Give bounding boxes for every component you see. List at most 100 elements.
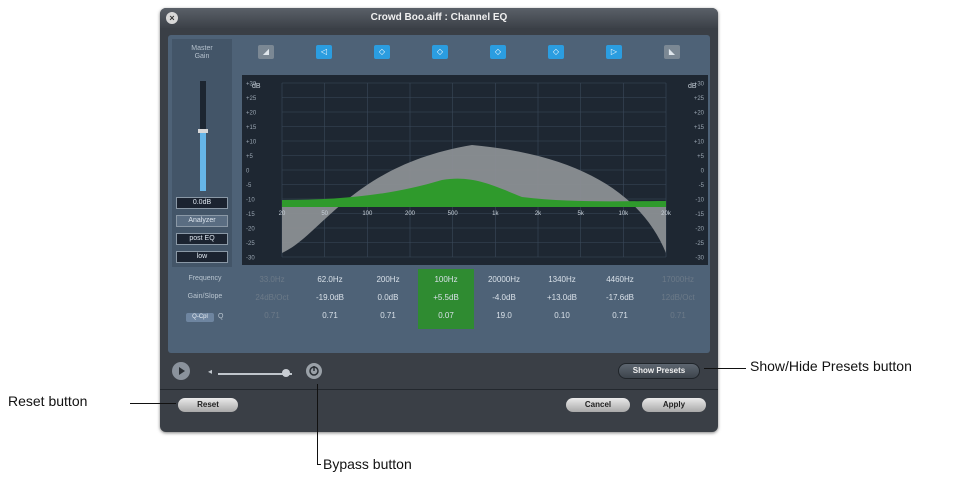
db-tick-label: +25 bbox=[246, 96, 257, 102]
band-1-frequency[interactable]: 33.0Hz bbox=[244, 275, 300, 284]
q-couple-button[interactable]: Q-Cpl bbox=[186, 313, 214, 322]
db-tick-label: +25 bbox=[694, 96, 705, 102]
q-label: Q bbox=[218, 313, 224, 320]
bypass-icon[interactable] bbox=[306, 363, 322, 379]
band-buttons: ◢ ◁ ◇ ◇ ◇ ◇ ▷ ◣ bbox=[238, 39, 706, 67]
band-column-8[interactable]: 17000Hz 12dB/Oct 0.71 bbox=[650, 269, 706, 329]
reset-button[interactable]: Reset bbox=[178, 398, 238, 412]
band-6-q[interactable]: 0.10 bbox=[534, 311, 590, 320]
db-tick-label: +20 bbox=[694, 111, 705, 117]
freq-tick-label: 1k bbox=[492, 211, 499, 217]
band-column-1[interactable]: 33.0Hz 24dB/Oct 0.71 bbox=[244, 269, 300, 329]
speaker-icon: ◂ bbox=[208, 367, 213, 376]
db-tick-label: -30 bbox=[246, 256, 255, 262]
db-tick-label: +15 bbox=[694, 125, 705, 131]
freq-tick-label: 50 bbox=[321, 211, 328, 217]
band-column-7[interactable]: 4460Hz -17.6dB 0.71 bbox=[592, 269, 648, 329]
db-tick-label: +10 bbox=[694, 140, 705, 146]
reset-callout: Reset button bbox=[8, 393, 88, 409]
volume-slider-knob[interactable] bbox=[282, 369, 290, 377]
freq-tick-label: 20k bbox=[661, 211, 672, 217]
db-tick-label: -10 bbox=[695, 198, 704, 204]
bypass-callout-line-h bbox=[317, 464, 321, 465]
db-tick-label: -5 bbox=[246, 183, 252, 189]
title-bar: × Crowd Boo.aiff : Channel EQ bbox=[160, 8, 718, 28]
bell-icon[interactable]: ◇ bbox=[432, 45, 448, 59]
band-7-gain[interactable]: -17.6dB bbox=[592, 293, 648, 302]
db-tick-label: +5 bbox=[246, 154, 254, 160]
eq-graph[interactable]: dB dB +30+25+20+15+10+50-5-10-15-20-25-3… bbox=[242, 75, 708, 265]
db-tick-label: -25 bbox=[695, 241, 704, 247]
band-parameters: Frequency Gain/Slope Q-Cpl Q 33.0Hz 24dB… bbox=[172, 267, 706, 335]
freq-tick-label: 100 bbox=[362, 211, 373, 217]
fader-knob[interactable] bbox=[198, 129, 208, 133]
band-5-q[interactable]: 19.0 bbox=[476, 311, 532, 320]
band-2-frequency[interactable]: 62.0Hz bbox=[302, 275, 358, 284]
freq-tick-label: 2k bbox=[535, 211, 542, 217]
freq-tick-label: 10k bbox=[618, 211, 629, 217]
cancel-button[interactable]: Cancel bbox=[566, 398, 630, 412]
db-tick-label: -20 bbox=[246, 227, 255, 233]
band-2-q[interactable]: 0.71 bbox=[302, 311, 358, 320]
band-5-gain[interactable]: -4.0dB bbox=[476, 293, 532, 302]
db-tick-label: +5 bbox=[697, 154, 705, 160]
play-icon[interactable] bbox=[172, 362, 190, 380]
band-3-gain[interactable]: 0.0dB bbox=[360, 293, 416, 302]
master-gain-label-1: Master bbox=[191, 45, 213, 52]
band-4-frequency[interactable]: 100Hz bbox=[418, 275, 474, 284]
band-column-5[interactable]: 20000Hz -4.0dB 19.0 bbox=[476, 269, 532, 329]
band-column-2[interactable]: 62.0Hz -19.0dB 0.71 bbox=[302, 269, 358, 329]
lowcut-icon[interactable]: ◢ bbox=[258, 45, 274, 59]
eq-panel: Master Gain 0.0dB Analyzer post EQ low ◢… bbox=[168, 35, 710, 353]
master-gain-fader[interactable] bbox=[198, 81, 208, 191]
freq-tick-label: 500 bbox=[448, 211, 459, 217]
low-shelf-icon[interactable]: ◁ bbox=[316, 45, 332, 59]
gain-slope-row-label: Gain/Slope bbox=[187, 293, 223, 300]
band-7-q[interactable]: 0.71 bbox=[592, 311, 648, 320]
apply-button[interactable]: Apply bbox=[642, 398, 706, 412]
band-8-gain[interactable]: 12dB/Oct bbox=[650, 293, 706, 302]
band-8-frequency[interactable]: 17000Hz bbox=[650, 275, 706, 284]
db-tick-label: +20 bbox=[246, 111, 257, 117]
db-tick-label: -30 bbox=[695, 256, 704, 262]
high-shelf-icon[interactable]: ▷ bbox=[606, 45, 622, 59]
channel-eq-window: × Crowd Boo.aiff : Channel EQ Master Gai… bbox=[160, 8, 718, 432]
band-8-q[interactable]: 0.71 bbox=[650, 311, 706, 320]
band-3-q[interactable]: 0.71 bbox=[360, 311, 416, 320]
band-2-gain[interactable]: -19.0dB bbox=[302, 293, 358, 302]
bell-icon[interactable]: ◇ bbox=[548, 45, 564, 59]
band-3-frequency[interactable]: 200Hz bbox=[360, 275, 416, 284]
db-tick-label: -15 bbox=[246, 212, 255, 218]
bell-icon[interactable]: ◇ bbox=[490, 45, 506, 59]
db-tick-label: +15 bbox=[246, 125, 257, 131]
analyzer-resolution-select[interactable]: low bbox=[176, 251, 228, 263]
band-5-frequency[interactable]: 20000Hz bbox=[476, 275, 532, 284]
show-presets-button[interactable]: Show Presets bbox=[618, 363, 700, 379]
master-gain-value[interactable]: 0.0dB bbox=[176, 197, 228, 209]
band-column-3[interactable]: 200Hz 0.0dB 0.71 bbox=[360, 269, 416, 329]
window-title: Crowd Boo.aiff : Channel EQ bbox=[370, 12, 508, 23]
band-7-frequency[interactable]: 4460Hz bbox=[592, 275, 648, 284]
db-tick-label: -25 bbox=[246, 241, 255, 247]
analyzer-mode-select[interactable]: post EQ bbox=[176, 233, 228, 245]
preview-volume-slider[interactable] bbox=[218, 373, 292, 375]
bell-icon[interactable]: ◇ bbox=[374, 45, 390, 59]
band-6-gain[interactable]: +13.0dB bbox=[534, 293, 590, 302]
master-gain-label-2: Gain bbox=[194, 53, 210, 60]
highcut-icon[interactable]: ◣ bbox=[664, 45, 680, 59]
band-column-6[interactable]: 1340Hz +13.0dB 0.10 bbox=[534, 269, 590, 329]
band-1-gain[interactable]: 24dB/Oct bbox=[244, 293, 300, 302]
band-4-gain[interactable]: +5.5dB bbox=[418, 293, 474, 302]
frequency-row-label: Frequency bbox=[188, 275, 222, 282]
band-1-q[interactable]: 0.71 bbox=[244, 311, 300, 320]
band-column-4-selected[interactable]: 100Hz +5.5dB 0.07 bbox=[418, 269, 474, 329]
band-6-frequency[interactable]: 1340Hz bbox=[534, 275, 590, 284]
bypass-callout: Bypass button bbox=[323, 456, 412, 472]
db-tick-label: -5 bbox=[699, 183, 705, 189]
band-4-q[interactable]: 0.07 bbox=[418, 311, 474, 320]
reset-callout-line bbox=[130, 403, 176, 404]
db-tick-label: -15 bbox=[695, 212, 704, 218]
analyzer-button[interactable]: Analyzer bbox=[176, 215, 228, 227]
master-gain-section: Master Gain 0.0dB Analyzer post EQ low bbox=[172, 39, 232, 267]
freq-tick-label: 5k bbox=[577, 211, 584, 217]
